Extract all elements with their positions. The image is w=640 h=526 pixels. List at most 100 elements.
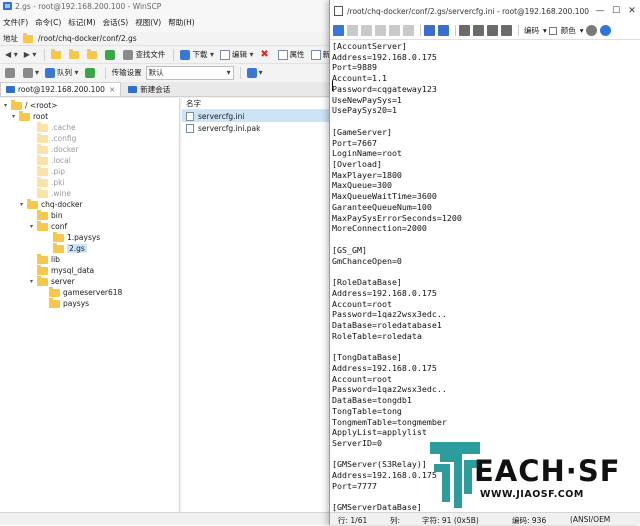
tree-item[interactable]: lib	[30, 253, 60, 265]
code-line: TongTable=tong	[332, 405, 402, 416]
menu-session[interactable]: 会话(S)	[103, 17, 129, 28]
tree-item[interactable]: .local	[30, 154, 71, 166]
menu-file[interactable]: 文件(F)	[3, 17, 28, 28]
tree-item[interactable]: paysys	[42, 297, 89, 309]
file-list[interactable]: 名字 servercfg.ini servercfg.ini.pak	[182, 98, 330, 512]
minimize-button[interactable]: —	[592, 6, 608, 16]
view-button[interactable]: ▾	[21, 66, 41, 80]
expand-toggle-icon[interactable]: ▾	[12, 113, 19, 120]
close-icon[interactable]: ×	[109, 85, 115, 94]
tree-item[interactable]: .pki	[30, 176, 65, 188]
watermark-url: WWW.JIAOSF.COM	[480, 489, 584, 500]
tree-item[interactable]: mysql_data	[30, 264, 94, 276]
tree-item[interactable]: .config	[30, 132, 76, 144]
transfer-mode-select[interactable]: 默认 ▾	[145, 65, 234, 80]
edit-button[interactable]: 编辑 ▾	[218, 48, 256, 62]
editor-text-area[interactable]: [AccountServer] Address=192.168.0.175 Port…	[330, 40, 640, 512]
sync-button[interactable]	[83, 66, 99, 80]
folder-icon	[37, 220, 48, 231]
tree-item[interactable]: ▾ server	[30, 275, 75, 287]
tree-item[interactable]: ▾ chq-docker	[20, 198, 83, 210]
transfer-settings-label: 传输设置	[111, 68, 142, 77]
toolbar-separator	[455, 25, 456, 36]
code-line: MaxPlayer=1800	[332, 169, 402, 180]
close-button[interactable]: ✕	[624, 6, 640, 16]
color-dropdown-icon[interactable]: ▾	[580, 26, 584, 35]
folder-icon	[37, 275, 48, 286]
queue-button[interactable]: 队列 ▾	[43, 66, 81, 80]
expand-toggle-icon[interactable]: ▾	[20, 201, 27, 208]
parent-dir-button[interactable]	[49, 48, 65, 62]
menu-view[interactable]: 视图(V)	[135, 17, 161, 28]
tree-item[interactable]: ▾ root	[12, 110, 48, 122]
root-dir-button[interactable]	[67, 48, 83, 62]
address-path[interactable]: /root/chq-docker/conf/2.gs	[38, 34, 137, 43]
find-files-button[interactable]: 查找文件	[121, 48, 167, 62]
save-icon[interactable]	[333, 25, 344, 36]
preferences-button[interactable]	[3, 66, 19, 80]
delete-button[interactable]: ✖	[258, 48, 274, 62]
copy-icon[interactable]	[361, 25, 372, 36]
column-header-name[interactable]: 名字	[182, 98, 330, 110]
find-next-icon[interactable]	[487, 25, 498, 36]
tree-item[interactable]: bin	[30, 209, 63, 221]
code-line: Address=192.168.0.175	[332, 362, 437, 373]
expand-toggle-icon[interactable]: ▾	[30, 223, 37, 230]
expand-toggle-icon[interactable]: ▾	[4, 102, 11, 109]
home-dir-button[interactable]	[85, 48, 101, 62]
editor-window: /root/chq-docker/conf/2.gs/servercfg.ini…	[329, 0, 640, 525]
help-icon[interactable]	[599, 25, 611, 36]
tree-item[interactable]: .cache	[30, 121, 76, 133]
transfer-mode-value: 默认	[148, 68, 164, 77]
paste-icon[interactable]	[375, 25, 386, 36]
code-line: Address=192.168.0.175	[332, 51, 437, 62]
file-row[interactable]: servercfg.ini	[182, 110, 330, 122]
tree-item[interactable]: .pip	[30, 165, 65, 177]
tree-item[interactable]: 2.gs	[46, 242, 87, 254]
tree-item[interactable]: .wine	[30, 187, 71, 199]
menu-mark[interactable]: 标记(M)	[68, 17, 95, 28]
tree-item-label: .pip	[51, 167, 65, 176]
code-line: Password=cqgateway123	[332, 83, 437, 94]
tab-new-session[interactable]: 新建会话	[123, 82, 175, 96]
properties-button[interactable]: 属性	[276, 48, 307, 62]
menu-help[interactable]: 帮助(H)	[168, 17, 195, 28]
edit-icon	[220, 49, 230, 60]
maximize-button[interactable]: ☐	[608, 6, 624, 16]
encoding-dropdown-icon[interactable]: ▾	[543, 26, 547, 35]
editor-title: /root/chq-docker/conf/2.gs/servercfg.ini…	[347, 6, 592, 16]
expand-toggle-icon[interactable]: ▾	[30, 278, 37, 285]
tab-new-session-label: 新建会话	[140, 84, 171, 94]
menu-command[interactable]: 命令(C)	[35, 17, 61, 28]
download-button[interactable]: 下载 ▾	[178, 48, 216, 62]
tab-session[interactable]: root@192.168.200.100 ×	[0, 82, 122, 96]
tree-item[interactable]: gameserver618	[42, 286, 123, 298]
code-line: LoginName=root	[332, 148, 402, 159]
tree-item[interactable]: .docker	[30, 143, 79, 155]
tree-item-label: gameserver618	[63, 288, 123, 297]
tree-item[interactable]: ▾ / <root>	[4, 99, 58, 111]
synchronize-button[interactable]: ▾	[245, 66, 265, 80]
replace-icon[interactable]	[473, 25, 484, 36]
gear-icon[interactable]	[585, 25, 597, 36]
undo-icon[interactable]	[424, 25, 435, 36]
delete-icon[interactable]	[389, 25, 400, 36]
encoding-button[interactable]: 编码	[524, 25, 539, 36]
folder-icon	[37, 264, 48, 275]
color-checkbox[interactable]	[548, 26, 557, 35]
goto-line-icon[interactable]	[501, 25, 512, 36]
tree-item-label: .docker	[51, 145, 79, 154]
file-row[interactable]: servercfg.ini.pak	[182, 122, 330, 134]
back-button[interactable]: ◀ ▾	[3, 48, 20, 62]
tree-item[interactable]: ▾ conf	[30, 220, 67, 232]
forward-button[interactable]: ▶ ▾	[22, 48, 39, 62]
redo-icon[interactable]	[438, 25, 449, 36]
code-line: Account=root	[332, 298, 392, 309]
find-icon[interactable]	[459, 25, 470, 36]
cut-icon[interactable]	[347, 25, 358, 36]
select-all-icon[interactable]	[403, 25, 414, 36]
tree-item[interactable]: 1.paysys	[46, 231, 100, 243]
properties-label: 属性	[289, 50, 305, 59]
directory-tree[interactable]: ▾ / <root> ▾ root .cache .config .docker .local…	[0, 98, 180, 512]
refresh-button[interactable]	[103, 48, 119, 62]
